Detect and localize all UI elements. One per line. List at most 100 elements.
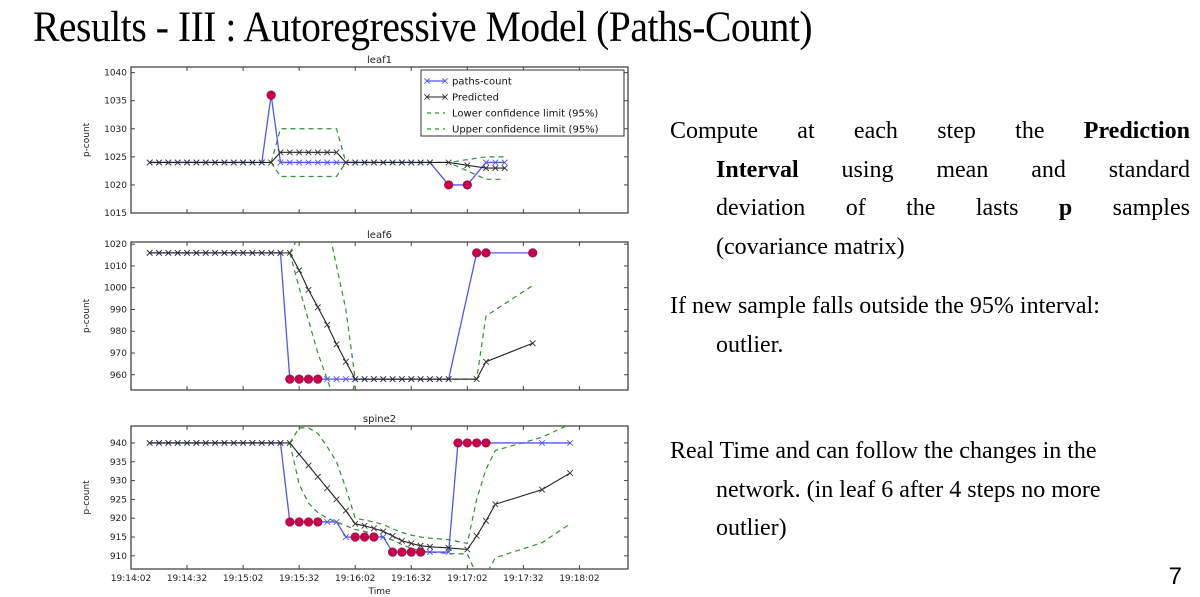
y-axis-label: p-count	[82, 298, 92, 333]
outlier-point	[313, 374, 323, 384]
bullet-line: outlier)	[670, 509, 1190, 548]
bullet-line: deviation of the lasts p samples	[670, 189, 1190, 228]
y-tick-label: 1020	[104, 181, 127, 191]
outlier-point	[472, 438, 482, 448]
outlier-point	[285, 374, 295, 384]
chart-leaf1: leaf1 p-count 1015 1020 1025 1030 1035 1040 path…	[82, 55, 629, 219]
y-tick-label: 1010	[104, 262, 127, 272]
x-axis-label: Time	[367, 587, 390, 597]
page-number: 7	[1168, 563, 1182, 590]
outlier-point	[303, 517, 314, 527]
bullet-text: the	[1015, 118, 1045, 144]
bullet-text: Real Time and can follow the changes in …	[670, 438, 1097, 464]
x-tick-label: 19:16:32	[391, 574, 431, 584]
y-tick-label: 1020	[104, 240, 127, 250]
bullet-text: (covariance matrix)	[716, 233, 905, 260]
outlier-point	[528, 248, 538, 258]
charts-figure: leaf1 p-count 1015 1020 1025 1030 1035 1040 path…	[82, 55, 629, 597]
y-tick-label: 990	[110, 305, 127, 315]
bullet-text: step	[937, 118, 976, 144]
y-tick-label: 980	[110, 327, 127, 337]
x-tick-label: 19:14:32	[167, 574, 207, 584]
outlier-point	[387, 547, 398, 557]
bullet-text: lasts	[975, 195, 1019, 221]
outlier-point	[359, 532, 370, 542]
outlier-point	[266, 90, 276, 100]
outlier-point	[472, 248, 482, 258]
outlier-point	[303, 374, 314, 384]
y-tick-label: 1035	[104, 97, 127, 107]
x-tick-label: 19:15:02	[223, 574, 263, 584]
bullet-text: using	[841, 156, 894, 183]
bullet-line: (covariance matrix)	[670, 228, 1190, 267]
y-tick-label: 910	[110, 552, 127, 562]
bullet-line: network. (in leaf 6 after 4 steps no mor…	[670, 471, 1190, 510]
y-tick-label: 935	[110, 458, 127, 468]
bullet-text: deviation	[716, 195, 806, 221]
x-tick-label: 19:17:02	[447, 574, 487, 584]
bullet-text: of	[845, 195, 866, 221]
outlier-point	[481, 438, 491, 448]
outlier-point	[350, 532, 360, 542]
bullet-text: outlier.	[716, 331, 784, 358]
outlier-point	[313, 517, 323, 527]
y-tick-label: 1015	[104, 209, 127, 219]
chart-leaf6: leaf6 p-count 960 970 980 990 1000 1010 1020	[82, 230, 629, 391]
outlier-point	[294, 374, 304, 384]
outlier-point	[462, 180, 472, 190]
bullet-line: Interval using mean and standard	[670, 151, 1190, 190]
legend-label: Upper confidence limit (95%)	[452, 125, 599, 136]
bullet-line: Real Time and can follow the changes in …	[670, 432, 1190, 471]
x-tick-label: 19:15:32	[279, 574, 319, 584]
plot-frame	[130, 425, 629, 570]
outlier-point	[462, 438, 472, 448]
x-tick-label: 19:17:32	[503, 574, 543, 584]
bullet-line: If new sample falls outside the 95% inte…	[670, 287, 1190, 326]
y-tick-label: 925	[110, 495, 127, 505]
chart-title: leaf1	[367, 55, 392, 66]
y-tick-label: 920	[110, 514, 127, 524]
bullet-outlier-rule: If new sample falls outside the 95% inte…	[670, 287, 1190, 364]
bullet-text: at	[797, 118, 815, 144]
y-tick-label: 915	[110, 533, 127, 543]
outlier-point	[416, 547, 426, 557]
bold-term: p	[1058, 195, 1073, 221]
outlier-point	[294, 517, 304, 527]
bullet-line: outlier.	[670, 326, 1190, 365]
charts-panel: leaf1 p-count 1015 1020 1025 1030 1035 1040 path…	[80, 52, 640, 597]
y-tick-label: 1040	[104, 69, 127, 79]
legend-label: Predicted	[452, 93, 499, 104]
y-tick-label: 1030	[104, 125, 127, 135]
outlier-point	[444, 180, 454, 190]
y-tick-label: 1000	[104, 284, 127, 294]
outlier-point	[406, 547, 416, 557]
bullet-line: Compute at each step the Prediction	[670, 112, 1190, 151]
bullet-text: Compute	[670, 118, 758, 144]
chart-spine2: spine2 p-count 910 915 920 925 930 935 940 19:14:…	[82, 414, 629, 597]
y-tick-label: 970	[110, 349, 127, 359]
x-tick-label: 19:18:02	[559, 574, 599, 584]
bullet-real-time: Real Time and can follow the changes in …	[670, 432, 1190, 548]
y-tick-label: 960	[110, 371, 127, 381]
outlier-point	[369, 532, 379, 542]
outlier-point	[397, 547, 407, 557]
y-axis-label: p-count	[82, 122, 92, 157]
bullet-text: outlier)	[716, 515, 787, 541]
outlier-point	[481, 248, 491, 258]
bullet-text: mean	[936, 156, 989, 183]
bullet-text: the	[906, 195, 936, 221]
outlier-point	[285, 517, 295, 527]
chart-title: leaf6	[367, 230, 392, 241]
bold-term: Prediction	[1083, 118, 1190, 144]
x-tick-label: 19:16:02	[335, 574, 375, 584]
x-tick-label: 19:14:02	[111, 574, 151, 584]
legend-label: paths-count	[452, 77, 512, 88]
slide-title: Results - III : Autoregressive Model (Pa…	[33, 4, 813, 51]
bullet-text: each	[853, 118, 898, 144]
bold-term: Interval	[716, 156, 799, 183]
bullet-text: samples	[1112, 195, 1190, 221]
bullet-text: If new sample falls outside the 95% inte…	[670, 293, 1100, 319]
bullet-text: standard	[1108, 156, 1190, 183]
plot-frame	[130, 241, 629, 391]
bullet-text: and	[1031, 156, 1066, 183]
